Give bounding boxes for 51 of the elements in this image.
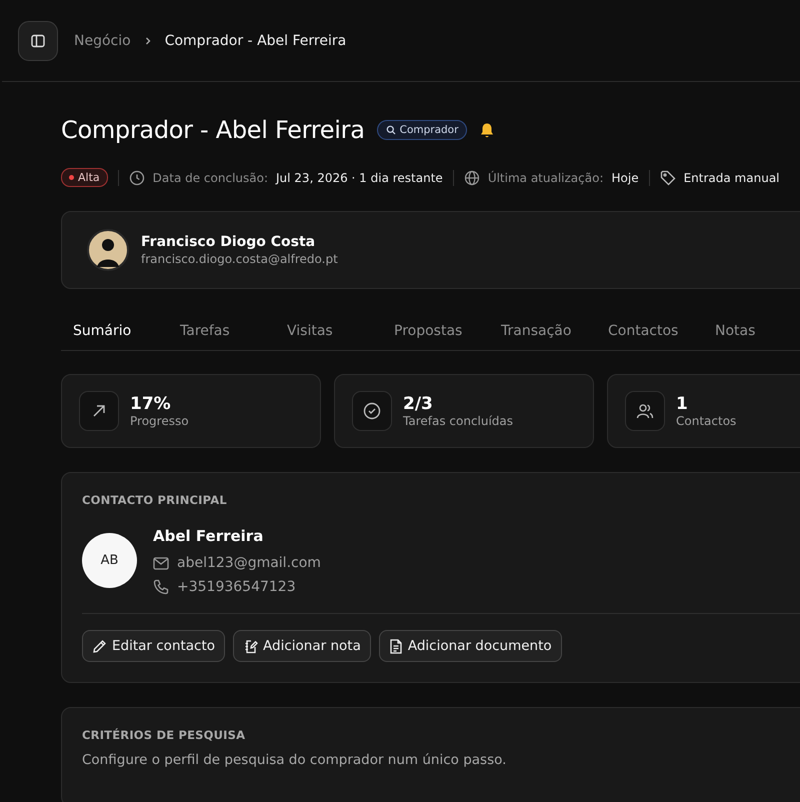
due-date-label: Data de conclusão: (152, 170, 268, 184)
tab[interactable]: Contactos (596, 311, 703, 351)
breadcrumb-link[interactable]: Comprador - Abel Ferreira (164, 32, 346, 48)
section-description: Configure o perfil de pesquisa do comprador num único passo. (82, 752, 508, 768)
stat-label: Progresso (130, 414, 189, 428)
agent-name: Francisco Diogo Costa (141, 234, 316, 250)
search-icon (386, 125, 396, 135)
action-button[interactable]: Adicionar documento (378, 630, 562, 662)
contact-avatar: AB (82, 533, 137, 588)
breadcrumb-link[interactable]: Negócio (74, 32, 131, 48)
tab[interactable]: Sumário (61, 311, 168, 351)
phone-icon (153, 579, 169, 595)
notebook-pen-icon (243, 638, 258, 654)
agent-email: francisco.diogo.costa@alfredo.pt (141, 252, 338, 266)
last-updated-value: Hoje (612, 170, 639, 184)
type-badge: Comprador (376, 120, 468, 140)
avatar-silhouette (87, 229, 129, 271)
check-circle-icon (363, 402, 381, 420)
bell-icon[interactable] (479, 122, 496, 138)
clock-icon (128, 170, 145, 186)
trend-arrow-icon (91, 403, 107, 419)
sidebar-toggle-button[interactable] (18, 20, 58, 60)
mail-icon (153, 556, 169, 570)
tab[interactable]: Tarefas (168, 311, 275, 351)
tag-icon (660, 170, 676, 186)
due-date-value: Jul 23, 2026 · 1 dia restante (276, 170, 443, 184)
document-icon (388, 638, 403, 654)
stat-value: 2/3 (403, 394, 434, 414)
contact-email: abel123@gmail.com (177, 555, 321, 571)
page-title: Comprador - Abel Ferreira (61, 116, 365, 144)
globe-icon (464, 170, 480, 186)
priority-badge: Alta (61, 168, 108, 187)
stat-value: 17% (130, 394, 172, 414)
tab[interactable]: Transação (489, 311, 596, 351)
action-button[interactable]: Adicionar nota (233, 630, 371, 662)
section-heading: CRITÉRIOS DE PESQUISA (82, 728, 246, 742)
contact-phone: +351936547123 (177, 579, 296, 595)
tab[interactable]: Visitas (275, 311, 382, 351)
action-button[interactable]: Editar contacto (82, 630, 226, 662)
pencil-icon (92, 638, 107, 654)
source-value: Entrada manual (684, 170, 780, 184)
contact-name: Abel Ferreira (153, 527, 264, 545)
users-icon (636, 402, 654, 420)
stat-label: Contactos (676, 414, 736, 428)
stat-label: Tarefas concluídas (403, 414, 514, 428)
stat-value: 1 (676, 394, 689, 414)
tab[interactable]: Propostas (382, 311, 489, 351)
last-updated-label: Última atualização: (488, 170, 604, 184)
sidebar-icon (30, 32, 46, 48)
tab[interactable]: Notas (703, 311, 800, 351)
section-heading: CONTACTO PRINCIPAL (82, 493, 228, 507)
